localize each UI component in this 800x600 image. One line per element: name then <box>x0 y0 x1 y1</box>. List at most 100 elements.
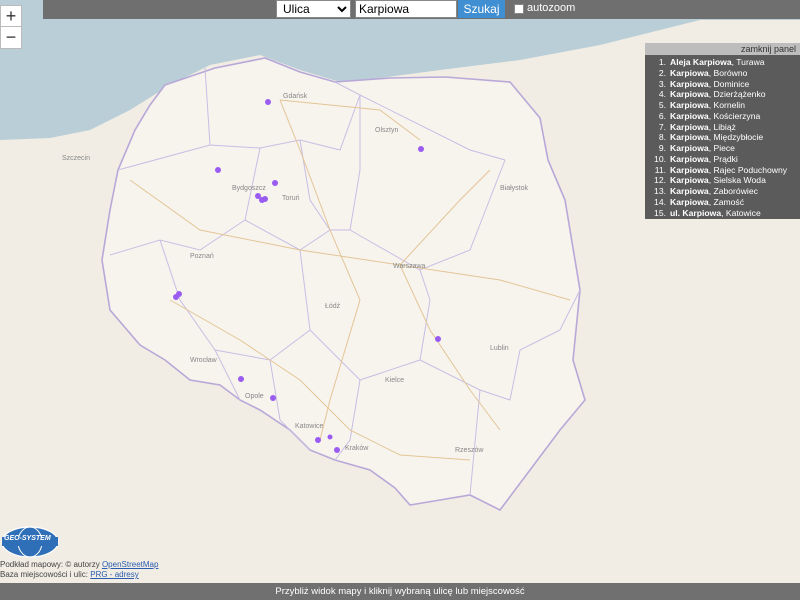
result-marker[interactable] <box>334 447 340 453</box>
city-label: Lublin <box>490 345 509 352</box>
search-input[interactable] <box>355 0 457 18</box>
result-item[interactable]: 1. Aleja Karpiowa, Turawa <box>645 57 800 68</box>
result-marker[interactable] <box>315 437 321 443</box>
result-item[interactable]: 14. Karpiowa, Zamość <box>645 197 800 208</box>
result-number: 5. <box>658 100 666 110</box>
city-label: Kraków <box>345 445 369 452</box>
result-item[interactable]: 10. Karpiowa, Prądki <box>645 154 800 165</box>
result-place: Międzybłocie <box>713 132 764 143</box>
result-item[interactable]: 15. ul. Karpiowa, Katowice <box>645 208 800 219</box>
city-label: Bydgoszcz <box>232 185 266 192</box>
logo-text: GEO-SYSTEM <box>4 535 51 542</box>
search-type-select[interactable]: Ulica <box>276 0 351 18</box>
result-marker[interactable] <box>176 291 182 297</box>
city-label: Kielce <box>385 377 404 384</box>
result-number: 15. <box>654 207 666 218</box>
city-label: Warszawa <box>393 263 426 270</box>
result-number: 11. <box>654 164 666 175</box>
result-item[interactable]: 2. Karpiowa, Borówno <box>645 68 800 79</box>
footer-hint: Przybliż widok mapy i kliknij wybraną ul… <box>0 583 800 600</box>
result-number: 9. <box>658 143 666 153</box>
zoom-control: + − <box>0 5 22 49</box>
result-street: Karpiowa <box>670 78 709 89</box>
search-bar: Ulica Szukaj autozoom <box>43 0 800 19</box>
city-label: Olsztyn <box>375 127 398 134</box>
result-item[interactable]: 11. Karpiowa, Rajec Poduchowny <box>645 165 800 176</box>
results-panel: zamknij panel 1. Aleja Karpiowa, Turawa 2.… <box>645 43 800 219</box>
autozoom-label: autozoom <box>527 2 576 14</box>
result-number: 14. <box>654 196 666 207</box>
result-item[interactable]: 9. Karpiowa, Piece <box>645 143 800 154</box>
result-street: Karpiowa <box>670 143 709 153</box>
city-label: Szczecin <box>62 155 90 162</box>
city-label: Rzeszów <box>455 447 484 454</box>
result-marker[interactable] <box>435 336 441 342</box>
result-marker[interactable] <box>238 376 244 382</box>
result-place: Zamość <box>713 196 745 207</box>
openstreetmap-link[interactable]: OpenStreetMap <box>102 560 158 569</box>
result-place: Kościerzyna <box>713 110 761 121</box>
result-marker[interactable] <box>327 434 333 440</box>
result-place: Piece <box>713 143 735 153</box>
result-street: Karpiowa <box>670 164 709 175</box>
result-street: Karpiowa <box>670 186 709 196</box>
city-label: Gdańsk <box>283 93 308 100</box>
result-item[interactable]: 7. Karpiowa, Libiąż <box>645 122 800 133</box>
result-item[interactable]: 13. Karpiowa, Zaborówiec <box>645 186 800 197</box>
city-label: Katowice <box>295 423 324 430</box>
result-number: 4. <box>658 89 666 100</box>
zoom-in-button[interactable]: + <box>0 5 22 27</box>
result-street: Karpiowa <box>670 67 709 78</box>
result-number: 3. <box>658 78 666 89</box>
result-item[interactable]: 4. Karpiowa, Dzierżążenko <box>645 89 800 100</box>
result-street: ul. Karpiowa <box>670 207 722 218</box>
result-marker[interactable] <box>272 180 278 186</box>
result-marker[interactable] <box>265 99 271 105</box>
result-number: 12. <box>654 175 666 186</box>
geo-system-logo <box>1 526 59 558</box>
search-button[interactable]: Szukaj <box>458 0 505 18</box>
result-place: Prądki <box>713 153 738 164</box>
result-number: 10. <box>654 153 666 164</box>
attribution-text: Podkład mapowy: © autorzy <box>0 560 102 569</box>
result-street: Karpiowa <box>670 196 709 207</box>
result-number: 7. <box>658 121 666 132</box>
result-number: 6. <box>658 110 666 121</box>
result-place: Turawa <box>736 57 765 67</box>
city-label: Toruń <box>282 195 300 202</box>
result-place: Dominice <box>713 78 750 89</box>
results-list: 1. Aleja Karpiowa, Turawa 2. Karpiowa, Boró… <box>645 57 800 218</box>
result-street: Aleja Karpiowa <box>670 57 732 67</box>
result-number: 1. <box>658 57 666 67</box>
city-label: Białystok <box>500 185 529 192</box>
city-label: Poznań <box>190 253 214 260</box>
result-place: Dzierżążenko <box>713 89 766 100</box>
result-street: Karpiowa <box>670 132 709 143</box>
close-panel-button[interactable]: zamknij panel <box>645 43 800 55</box>
attribution-text: Baza miejscowości i ulic: <box>0 570 91 579</box>
result-street: Karpiowa <box>670 100 709 110</box>
result-marker[interactable] <box>215 167 221 173</box>
result-item[interactable]: 12. Karpiowa, Sielska Woda <box>645 175 800 186</box>
result-marker[interactable] <box>418 146 424 152</box>
city-label: Wrocław <box>190 357 218 364</box>
result-marker[interactable] <box>270 395 276 401</box>
result-number: 8. <box>658 132 666 143</box>
autozoom-checkbox[interactable] <box>514 4 524 14</box>
zoom-out-button[interactable]: − <box>0 27 22 49</box>
result-item[interactable]: 5. Karpiowa, Kornelin <box>645 100 800 111</box>
result-place: Libiąż <box>713 121 736 132</box>
city-label: Łódź <box>325 303 341 310</box>
result-number: 13. <box>654 186 666 196</box>
city-label: Opole <box>245 393 264 400</box>
result-item[interactable]: 8. Karpiowa, Międzybłocie <box>645 132 800 143</box>
result-street: Karpiowa <box>670 153 709 164</box>
result-place: Kornelin <box>713 100 745 110</box>
result-item[interactable]: 3. Karpiowa, Dominice <box>645 79 800 90</box>
result-item[interactable]: 6. Karpiowa, Kościerzyna <box>645 111 800 122</box>
result-street: Karpiowa <box>670 175 709 186</box>
result-street: Karpiowa <box>670 121 709 132</box>
prg-link[interactable]: PRG - adresy <box>90 570 138 579</box>
result-place: Borówno <box>713 67 748 78</box>
result-marker[interactable] <box>262 196 268 202</box>
